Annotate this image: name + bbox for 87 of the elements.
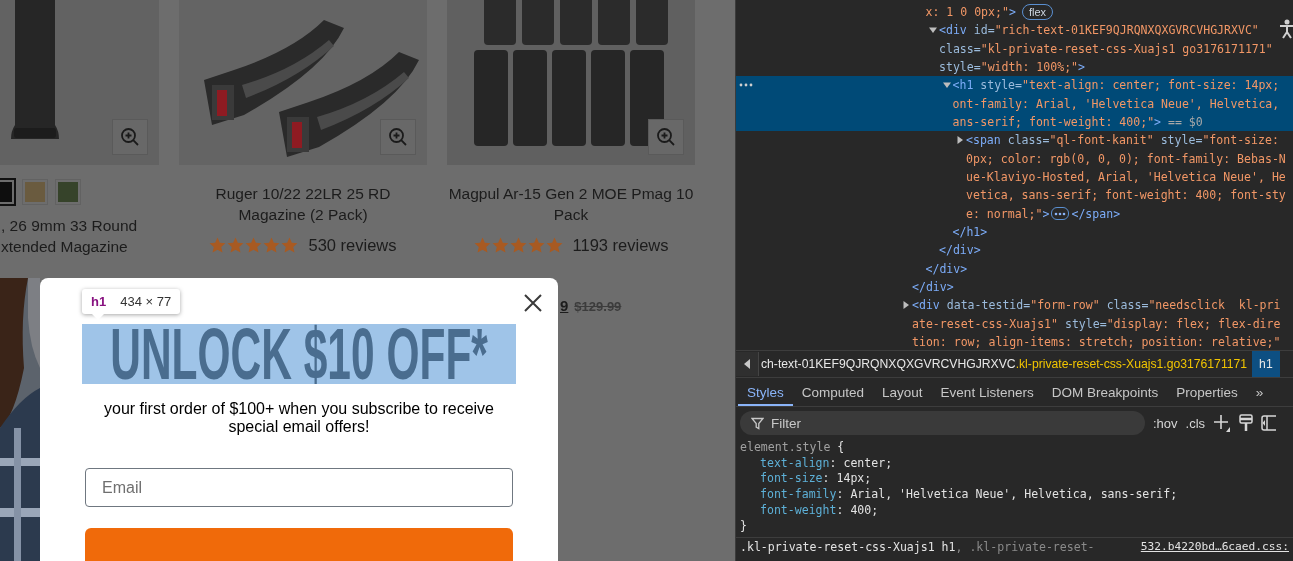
color-swatch[interactable] [56,180,80,204]
sale-price: 9 [560,297,569,314]
expanded-arrow-icon [942,81,951,90]
code-line: ue-Klaviyo-Hosted, Arial, 'Helvetica Neue', He [966,170,1286,185]
zoom-button[interactable] [112,119,148,155]
code-line: } [740,518,747,533]
filter-field[interactable]: Filter [740,411,1145,435]
code-line: </div> [912,280,954,295]
more-icon [739,82,753,89]
close-icon [523,293,543,313]
css-declaration: font-weight: 400; [760,503,879,518]
star-icon [209,236,227,254]
color-swatch[interactable] [23,180,47,204]
tag-name: h1 [91,294,107,309]
code-line: e: normal;"> [966,206,1050,221]
collapsed-arrow-icon [956,136,964,145]
code-line: style="width: 100%;"> [939,60,1085,75]
code-line: ans-serif; font-weight: 400;"> == $0 [952,115,1203,130]
toggle-button[interactable]: :hov [1153,415,1178,431]
plus-icon [1213,414,1232,432]
star-icon [527,236,545,254]
toggle-button[interactable]: .cls [1185,415,1206,431]
star-icon [227,236,245,254]
code-line: ont-family: Arial, 'Helvetica Neue', Helvetica, [952,96,1280,111]
code-line: </h1> [952,225,988,240]
tree-node[interactable]: <div data-testid="form-row" class="needsclick kl-pri ate-reset-css-Xuajs1" style="display: flex; flex-dire tion: row; align-items: stretch; position: relative;" [736,296,1293,350]
css-declaration: font-size: 14px; [760,471,872,486]
breadcrumb-item[interactable]: ch-text-01KEF9QJRQNXQXGVRCVHGJRXVC.kl-private-reset-css-Xuajs1.go3176171171 [759,357,1248,371]
code-line: </span> [1071,206,1121,221]
filter-icon [751,417,764,430]
star-icon [491,236,509,254]
element-size: 434 × 77 [120,294,172,309]
star-icon [263,236,281,254]
star-icon [245,236,263,254]
panel-tab[interactable]: DOM Breakpoints [1042,378,1168,406]
tree-node[interactable]: <div id="rich-text-01KEF9QJRQNXQXGVRCVHGJRXVC" class="kl-private-reset-css-Xuajs1 go3176171171" style="width: 100%;"> [736,21,1293,77]
css-declaration: font-family: Arial, 'Helvetica Neue', Helvetica, sans-serif; [760,487,1178,502]
zoom-in-icon [120,127,140,147]
promo-heading: UNLOCK $10 OFF* [110,324,488,385]
panel-tab[interactable]: Computed [792,378,874,406]
sidebar-toggle-button[interactable] [1261,415,1277,431]
breadcrumb-item[interactable]: h1 [1252,351,1280,377]
rendering-button[interactable] [1239,414,1254,432]
css-selector: element.style { [740,439,845,454]
panel-tab[interactable]: Styles [738,378,793,406]
code-line: x: 1 0 0px;"> [925,5,1016,20]
panel-tab[interactable]: Event Listeners [931,378,1043,406]
sidebar-icon [1261,415,1277,431]
paintbrush-icon [1239,414,1254,432]
zoom-in-icon [388,127,408,147]
close-button[interactable] [522,292,544,314]
collapsed-arrow-icon [902,301,910,310]
code-line: <h1 style="text-align: center; font-size: 14px; [952,78,1280,93]
accessibility-icon [1279,19,1293,39]
left-arrow-icon [743,359,751,369]
ellipsis-button[interactable] [1051,207,1070,221]
code-line: <div data-testid="form-row" class="needsclick kl-pri [912,298,1281,313]
expanded-arrow-icon [929,26,937,35]
code-line: ate-reset-css-Xuajs1" style="display: flex; flex-dire [912,316,1281,331]
css-declaration: text-align: center; [760,455,893,470]
promo-description: your first order of $100+ when you subscribe to receive special email offers! [103,400,495,437]
tree-node[interactable]: <h1 style="text-align: center; font-size: 14px; ont-family: Arial, 'Helvetica Neue', Helvetica, ans-serif; font-weight: 400;"> == $0 [736,76,1293,132]
code-line: class="kl-private-reset-css-Xuajs1 go3176171171" [939,41,1273,56]
code-line: </div> [925,261,968,276]
code-line: 0px; color: rgb(0, 0, 0); font-family: Bebas-N [966,151,1286,166]
css-selector: .kl-private-reset-css-Xuajs1 h1, .kl-private-reset- [740,539,1095,554]
code-line: <span class="ql-font-kanit" style="font-size: [966,133,1279,148]
panel-tab[interactable]: » [1246,378,1273,406]
code-line: </div> [939,243,981,258]
zoom-in-icon [656,127,676,147]
code-line: <div id="rich-text-01KEF9QJRQNXQXGVRCVHGJRXVC" [939,23,1259,38]
panel-tab[interactable]: Layout [873,378,932,406]
star-icon [545,236,563,254]
code-line: tion: row; align-items: stretch; position: relative;" [912,335,1281,350]
star-icon [509,236,527,254]
new-rule-button[interactable] [1213,414,1232,432]
star-icon [473,236,491,254]
star-icon [281,236,299,254]
scroll-left-button[interactable] [736,352,759,376]
zoom-button[interactable] [380,119,416,155]
email-field[interactable]: Email [85,468,513,507]
tree-node[interactable]: x: 1 0 0px;"> flex [736,3,1293,22]
zoom-button[interactable] [648,119,684,155]
panel-tab[interactable]: Properties [1167,378,1247,406]
source-link[interactable]: 532.b4220bd…6caed.css: [1140,540,1289,554]
dots-icon [1054,211,1067,216]
code-line: vetica, sans-serif; font-weight: 400; font-sty [966,188,1286,203]
